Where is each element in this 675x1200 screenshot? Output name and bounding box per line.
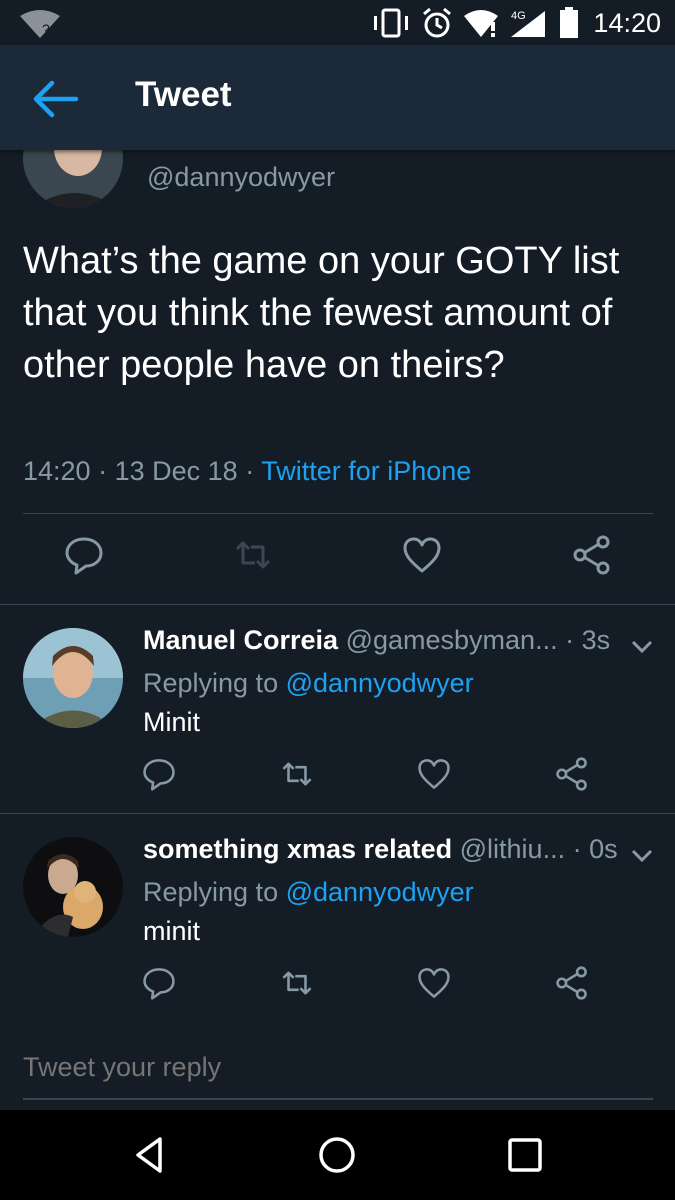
tweet-meta: 14:20 · 13 Dec 18 · Twitter for iPhone (23, 456, 471, 487)
reply-input-underline (23, 1098, 653, 1100)
share-icon[interactable] (555, 757, 589, 791)
reply-composer (0, 1022, 675, 1110)
reply-icon[interactable] (142, 966, 176, 1000)
tweet-author-handle[interactable]: @dannyodwyer (147, 162, 335, 193)
tweet-source-link[interactable]: Twitter for iPhone (261, 456, 471, 486)
battery-icon (560, 7, 579, 38)
status-bar: ? 4G 14:20 (0, 0, 675, 45)
arrow-left-icon[interactable] (30, 77, 82, 121)
status-time: 14:20 (593, 7, 661, 38)
main-tweet: @dannyodwyer What’s the game on your GOT… (0, 108, 675, 605)
like-icon[interactable] (417, 966, 451, 1000)
page-title: Tweet (135, 75, 232, 114)
reply-time: · 3s (565, 625, 611, 655)
chevron-down-icon[interactable] (629, 846, 655, 866)
reply-author-handle[interactable]: @gamesbyman... (346, 625, 558, 655)
like-icon[interactable] (417, 757, 451, 791)
reply-text: Minit (143, 707, 201, 737)
reply-icon[interactable] (142, 757, 176, 791)
reply-author-name[interactable]: Manuel Correia (143, 625, 338, 655)
retweet-icon[interactable] (233, 535, 273, 575)
reply-time: · 0s (572, 834, 618, 864)
like-icon[interactable] (402, 535, 442, 575)
vibrate-icon (374, 8, 409, 38)
replying-mention[interactable]: @dannyodwyer (286, 668, 474, 698)
wifi-icon (464, 10, 499, 37)
share-icon[interactable] (572, 535, 612, 575)
replying-to: Replying to @dannyodwyer (143, 877, 474, 908)
tweet-time: 14:20 (23, 456, 91, 486)
alarm-icon (423, 7, 452, 38)
meta-separator: · (98, 456, 108, 486)
retweet-icon[interactable] (280, 757, 314, 791)
share-icon[interactable] (555, 966, 589, 1000)
home-circle-icon[interactable] (317, 1135, 357, 1175)
divider (23, 513, 653, 514)
replying-mention[interactable]: @dannyodwyer (286, 877, 474, 907)
reply-tweet[interactable]: something xmas related @lithiu... · 0s R… (0, 814, 675, 1022)
chevron-down-icon[interactable] (629, 637, 655, 657)
svg-text:?: ? (42, 21, 50, 37)
reply-input[interactable] (23, 1052, 623, 1083)
reply-icon[interactable] (64, 535, 104, 575)
tweet-date: 13 Dec 18 (114, 456, 238, 486)
avatar[interactable] (23, 628, 123, 728)
reply-author-name[interactable]: something xmas related (143, 834, 452, 864)
recents-square-icon[interactable] (505, 1135, 545, 1175)
replying-to: Replying to @dannyodwyer (143, 668, 474, 699)
cell-signal-icon: 4G (511, 10, 546, 37)
replying-prefix: Replying to (143, 668, 286, 698)
tweet-actions (0, 535, 675, 585)
tweet-text: What’s the game on your GOTY list that y… (23, 240, 620, 386)
reply-author-handle[interactable]: @lithiu... (460, 834, 565, 864)
meta-separator: · (245, 456, 255, 486)
wifi-unknown-icon: ? (20, 10, 60, 38)
app-bar: Tweet (0, 45, 675, 150)
status-icons: 4G 14:20 (371, 6, 661, 40)
svg-text:4G: 4G (511, 10, 526, 22)
reply-text: minit (143, 916, 201, 946)
retweet-icon[interactable] (280, 966, 314, 1000)
reply-header: something xmas related @lithiu... · 0s (143, 834, 623, 865)
reply-header: Manuel Correia @gamesbyman... · 3s (143, 625, 623, 656)
reply-tweet[interactable]: Manuel Correia @gamesbyman... · 3s Reply… (0, 605, 675, 813)
avatar[interactable] (23, 837, 123, 937)
replying-prefix: Replying to (143, 877, 286, 907)
system-nav-bar (0, 1110, 675, 1200)
back-triangle-icon[interactable] (130, 1135, 170, 1175)
